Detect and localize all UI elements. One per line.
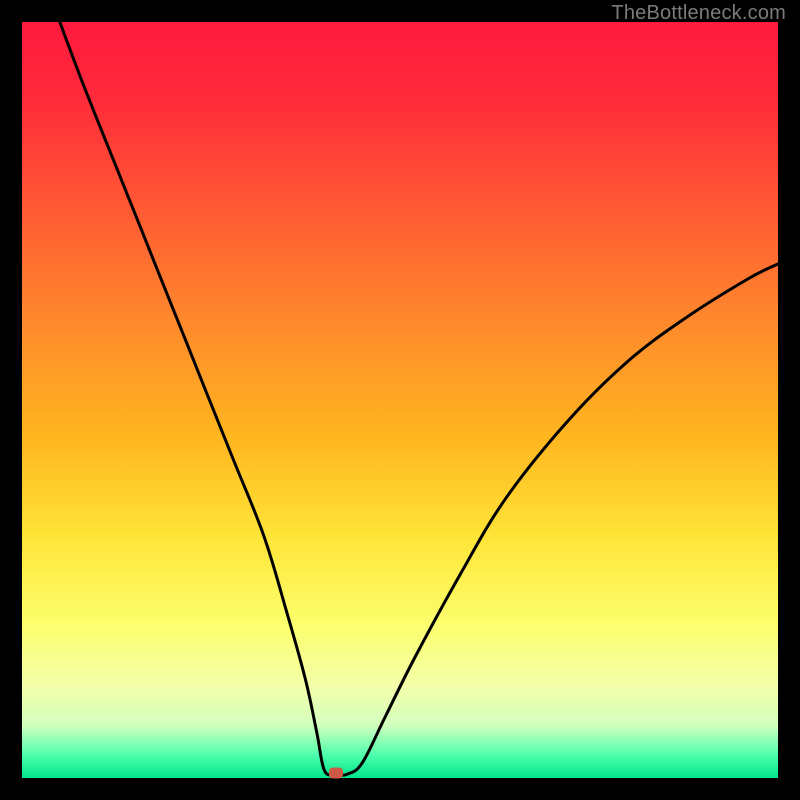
- minimum-marker: [329, 767, 343, 778]
- curve-path: [60, 22, 778, 775]
- plot-area: [22, 22, 778, 778]
- chart-frame: TheBottleneck.com: [0, 0, 800, 800]
- bottleneck-curve: [22, 22, 778, 778]
